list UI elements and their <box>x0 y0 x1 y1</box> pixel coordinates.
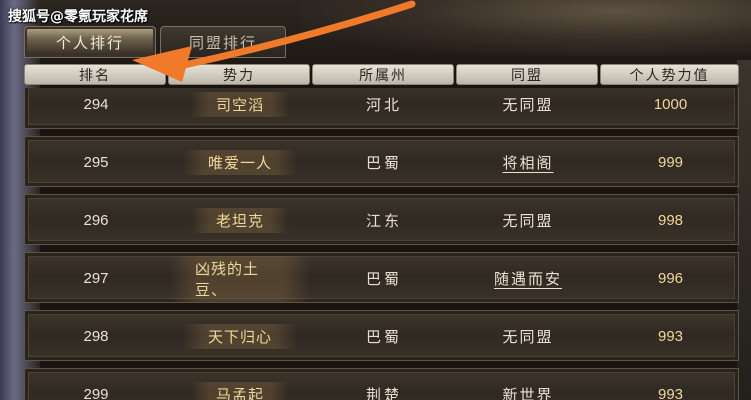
rank-cell: 299 <box>83 386 109 400</box>
faction-cell[interactable]: 唯爱一人 <box>169 137 311 188</box>
player-name[interactable]: 凶残的土豆、 <box>169 255 311 302</box>
alliance-cell: 无同盟 <box>457 311 599 362</box>
alliance-name: 无同盟 <box>502 328 554 346</box>
tab-personal-ranking[interactable]: 个人排行 <box>24 26 156 58</box>
alliance-cell: 无同盟 <box>457 88 599 130</box>
player-name[interactable]: 马孟起 <box>189 382 290 400</box>
table-row[interactable]: 295 唯爱一人 巴蜀 将相阁 999 <box>24 136 739 187</box>
column-header-province[interactable]: 所属州 <box>312 64 454 85</box>
player-name[interactable]: 老坦克 <box>189 208 290 233</box>
alliance-link[interactable]: 将相阁 <box>502 152 553 173</box>
top-right-backdrop <box>300 0 751 56</box>
rank-cell: 297 <box>83 270 109 287</box>
province-cell: 巴蜀 <box>365 154 402 172</box>
power-cell: 998 <box>657 212 684 229</box>
power-cell: 993 <box>657 328 684 345</box>
province-cell: 荆楚 <box>365 386 402 400</box>
faction-cell[interactable]: 老坦克 <box>169 195 311 246</box>
faction-cell[interactable]: 凶残的土豆、 <box>169 253 311 304</box>
player-name[interactable]: 唯爱一人 <box>181 150 298 175</box>
power-cell: 993 <box>657 386 684 400</box>
table-row[interactable]: 297 凶残的土豆、 巴蜀 随遇而安 996 <box>24 252 739 303</box>
alliance-cell[interactable]: 新世界 <box>457 369 599 400</box>
column-header-rank[interactable]: 排名 <box>24 64 166 85</box>
player-name[interactable]: 司空滔 <box>189 92 290 117</box>
province-cell: 巴蜀 <box>365 328 402 346</box>
alliance-cell: 无同盟 <box>457 195 599 246</box>
power-cell: 996 <box>657 270 684 287</box>
power-cell: 1000 <box>653 96 688 113</box>
ranking-list[interactable]: 294 司空滔 河北 无同盟 1000 295 唯爱一人 巴蜀 将相阁 999 … <box>24 88 739 400</box>
rank-cell: 298 <box>83 328 109 345</box>
province-cell: 河北 <box>365 96 402 114</box>
province-cell: 江东 <box>365 212 402 230</box>
faction-cell[interactable]: 司空滔 <box>169 88 311 130</box>
province-cell: 巴蜀 <box>365 270 402 288</box>
faction-cell[interactable]: 马孟起 <box>169 369 311 400</box>
alliance-link[interactable]: 新世界 <box>502 384 553 400</box>
column-header-alliance[interactable]: 同盟 <box>456 64 598 85</box>
alliance-name: 无同盟 <box>502 96 554 114</box>
rank-cell: 295 <box>83 154 109 171</box>
table-row[interactable]: 299 马孟起 荆楚 新世界 993 <box>24 368 739 400</box>
alliance-name: 无同盟 <box>502 212 554 230</box>
table-row[interactable]: 294 司空滔 河北 无同盟 1000 <box>24 88 739 129</box>
power-cell: 999 <box>657 154 684 171</box>
table-row[interactable]: 296 老坦克 江东 无同盟 998 <box>24 194 739 245</box>
rank-cell: 294 <box>83 96 109 113</box>
alliance-cell[interactable]: 将相阁 <box>457 137 599 188</box>
table-header: 排名 势力 所属州 同盟 个人势力值 <box>24 64 739 86</box>
column-header-faction[interactable]: 势力 <box>168 64 310 85</box>
alliance-cell[interactable]: 随遇而安 <box>457 253 599 304</box>
alliance-link[interactable]: 随遇而安 <box>494 268 562 289</box>
rank-cell: 296 <box>83 212 109 229</box>
table-row[interactable]: 298 天下归心 巴蜀 无同盟 993 <box>24 310 739 361</box>
faction-cell[interactable]: 天下归心 <box>169 311 311 362</box>
tab-alliance-ranking[interactable]: 同盟排行 <box>160 26 286 58</box>
watermark-text: 搜狐号@零氪玩家花席 <box>8 9 148 25</box>
player-name[interactable]: 天下归心 <box>181 324 298 349</box>
right-border <box>737 60 751 400</box>
column-header-personal-power[interactable]: 个人势力值 <box>600 64 739 85</box>
